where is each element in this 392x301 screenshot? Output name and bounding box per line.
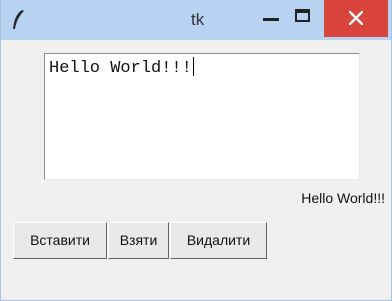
feather-icon — [13, 10, 24, 29]
maximize-button[interactable] — [286, 0, 324, 38]
insert-button[interactable]: Вставити — [13, 222, 107, 259]
minimize-icon — [263, 18, 279, 21]
text-cursor — [192, 57, 194, 76]
take-button[interactable]: Взяти — [108, 222, 169, 259]
maximize-icon — [295, 9, 310, 22]
close-icon — [349, 11, 363, 25]
close-button[interactable] — [324, 0, 388, 37]
output-label: Hello World!!! — [301, 190, 385, 206]
window-title: tk — [191, 10, 205, 29]
delete-button[interactable]: Видалити — [170, 222, 267, 259]
text-area[interactable]: Hello World!!! — [44, 53, 360, 180]
text-area-content: Hello World!!! — [49, 57, 194, 78]
title-bar[interactable]: tk — [1, 0, 391, 40]
app-window: tk Hello World!!! Hello World!!! Вставит… — [0, 0, 392, 301]
